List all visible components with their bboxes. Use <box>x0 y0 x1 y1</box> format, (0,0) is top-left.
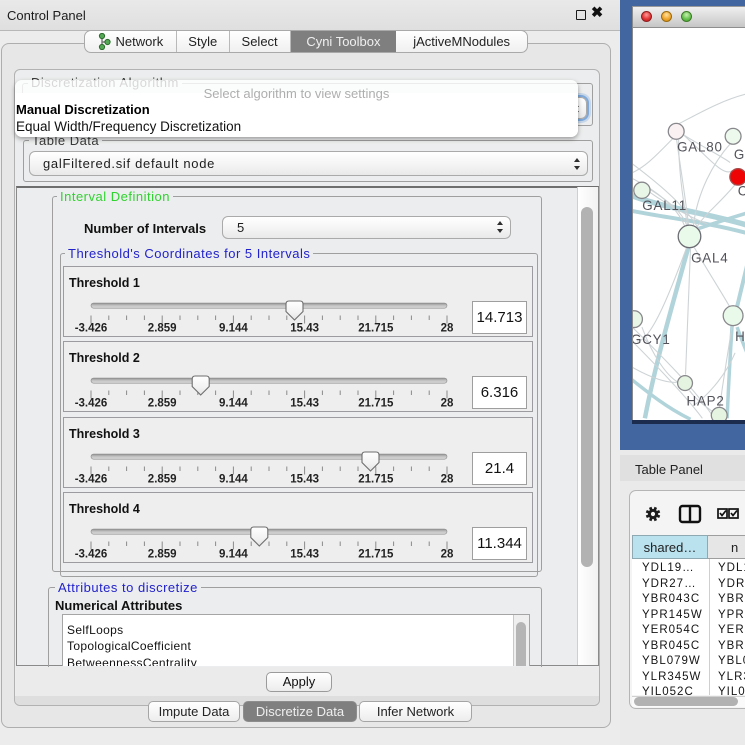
svg-text:28: 28 <box>441 323 454 335</box>
svg-text:GCY1: GCY1 <box>632 332 671 347</box>
svg-text:-3.426: -3.426 <box>75 323 108 335</box>
svg-text:H: H <box>735 329 745 344</box>
svg-text:15.43: 15.43 <box>290 323 319 335</box>
svg-text:2.859: 2.859 <box>148 398 177 410</box>
svg-text:GAL4: GAL4 <box>691 251 728 266</box>
svg-text:2.859: 2.859 <box>148 323 177 335</box>
svg-text:28: 28 <box>441 398 454 410</box>
svg-text:2.859: 2.859 <box>148 474 177 486</box>
svg-text:15.43: 15.43 <box>290 549 319 561</box>
svg-text:21.715: 21.715 <box>358 549 394 561</box>
svg-text:GAL80: GAL80 <box>677 140 723 155</box>
svg-text:-3.426: -3.426 <box>75 474 108 486</box>
svg-text:9.144: 9.144 <box>219 549 248 561</box>
svg-text:-3.426: -3.426 <box>75 398 108 410</box>
svg-text:21.715: 21.715 <box>358 323 394 335</box>
svg-text:15.43: 15.43 <box>290 474 319 486</box>
svg-text:9.144: 9.144 <box>219 398 248 410</box>
svg-text:HAP2: HAP2 <box>687 393 725 408</box>
svg-text:15.43: 15.43 <box>290 398 319 410</box>
svg-text:GA: GA <box>734 147 745 162</box>
svg-text:21.715: 21.715 <box>358 398 394 410</box>
svg-text:CR: CR <box>738 183 745 198</box>
svg-text:GAL11: GAL11 <box>642 198 687 213</box>
svg-text:9.144: 9.144 <box>219 323 248 335</box>
svg-text:21.715: 21.715 <box>358 474 394 486</box>
svg-text:9.144: 9.144 <box>219 474 248 486</box>
svg-text:2.859: 2.859 <box>148 549 177 561</box>
svg-text:28: 28 <box>441 474 454 486</box>
svg-text:-3.426: -3.426 <box>75 549 108 561</box>
svg-text:28: 28 <box>441 549 454 561</box>
